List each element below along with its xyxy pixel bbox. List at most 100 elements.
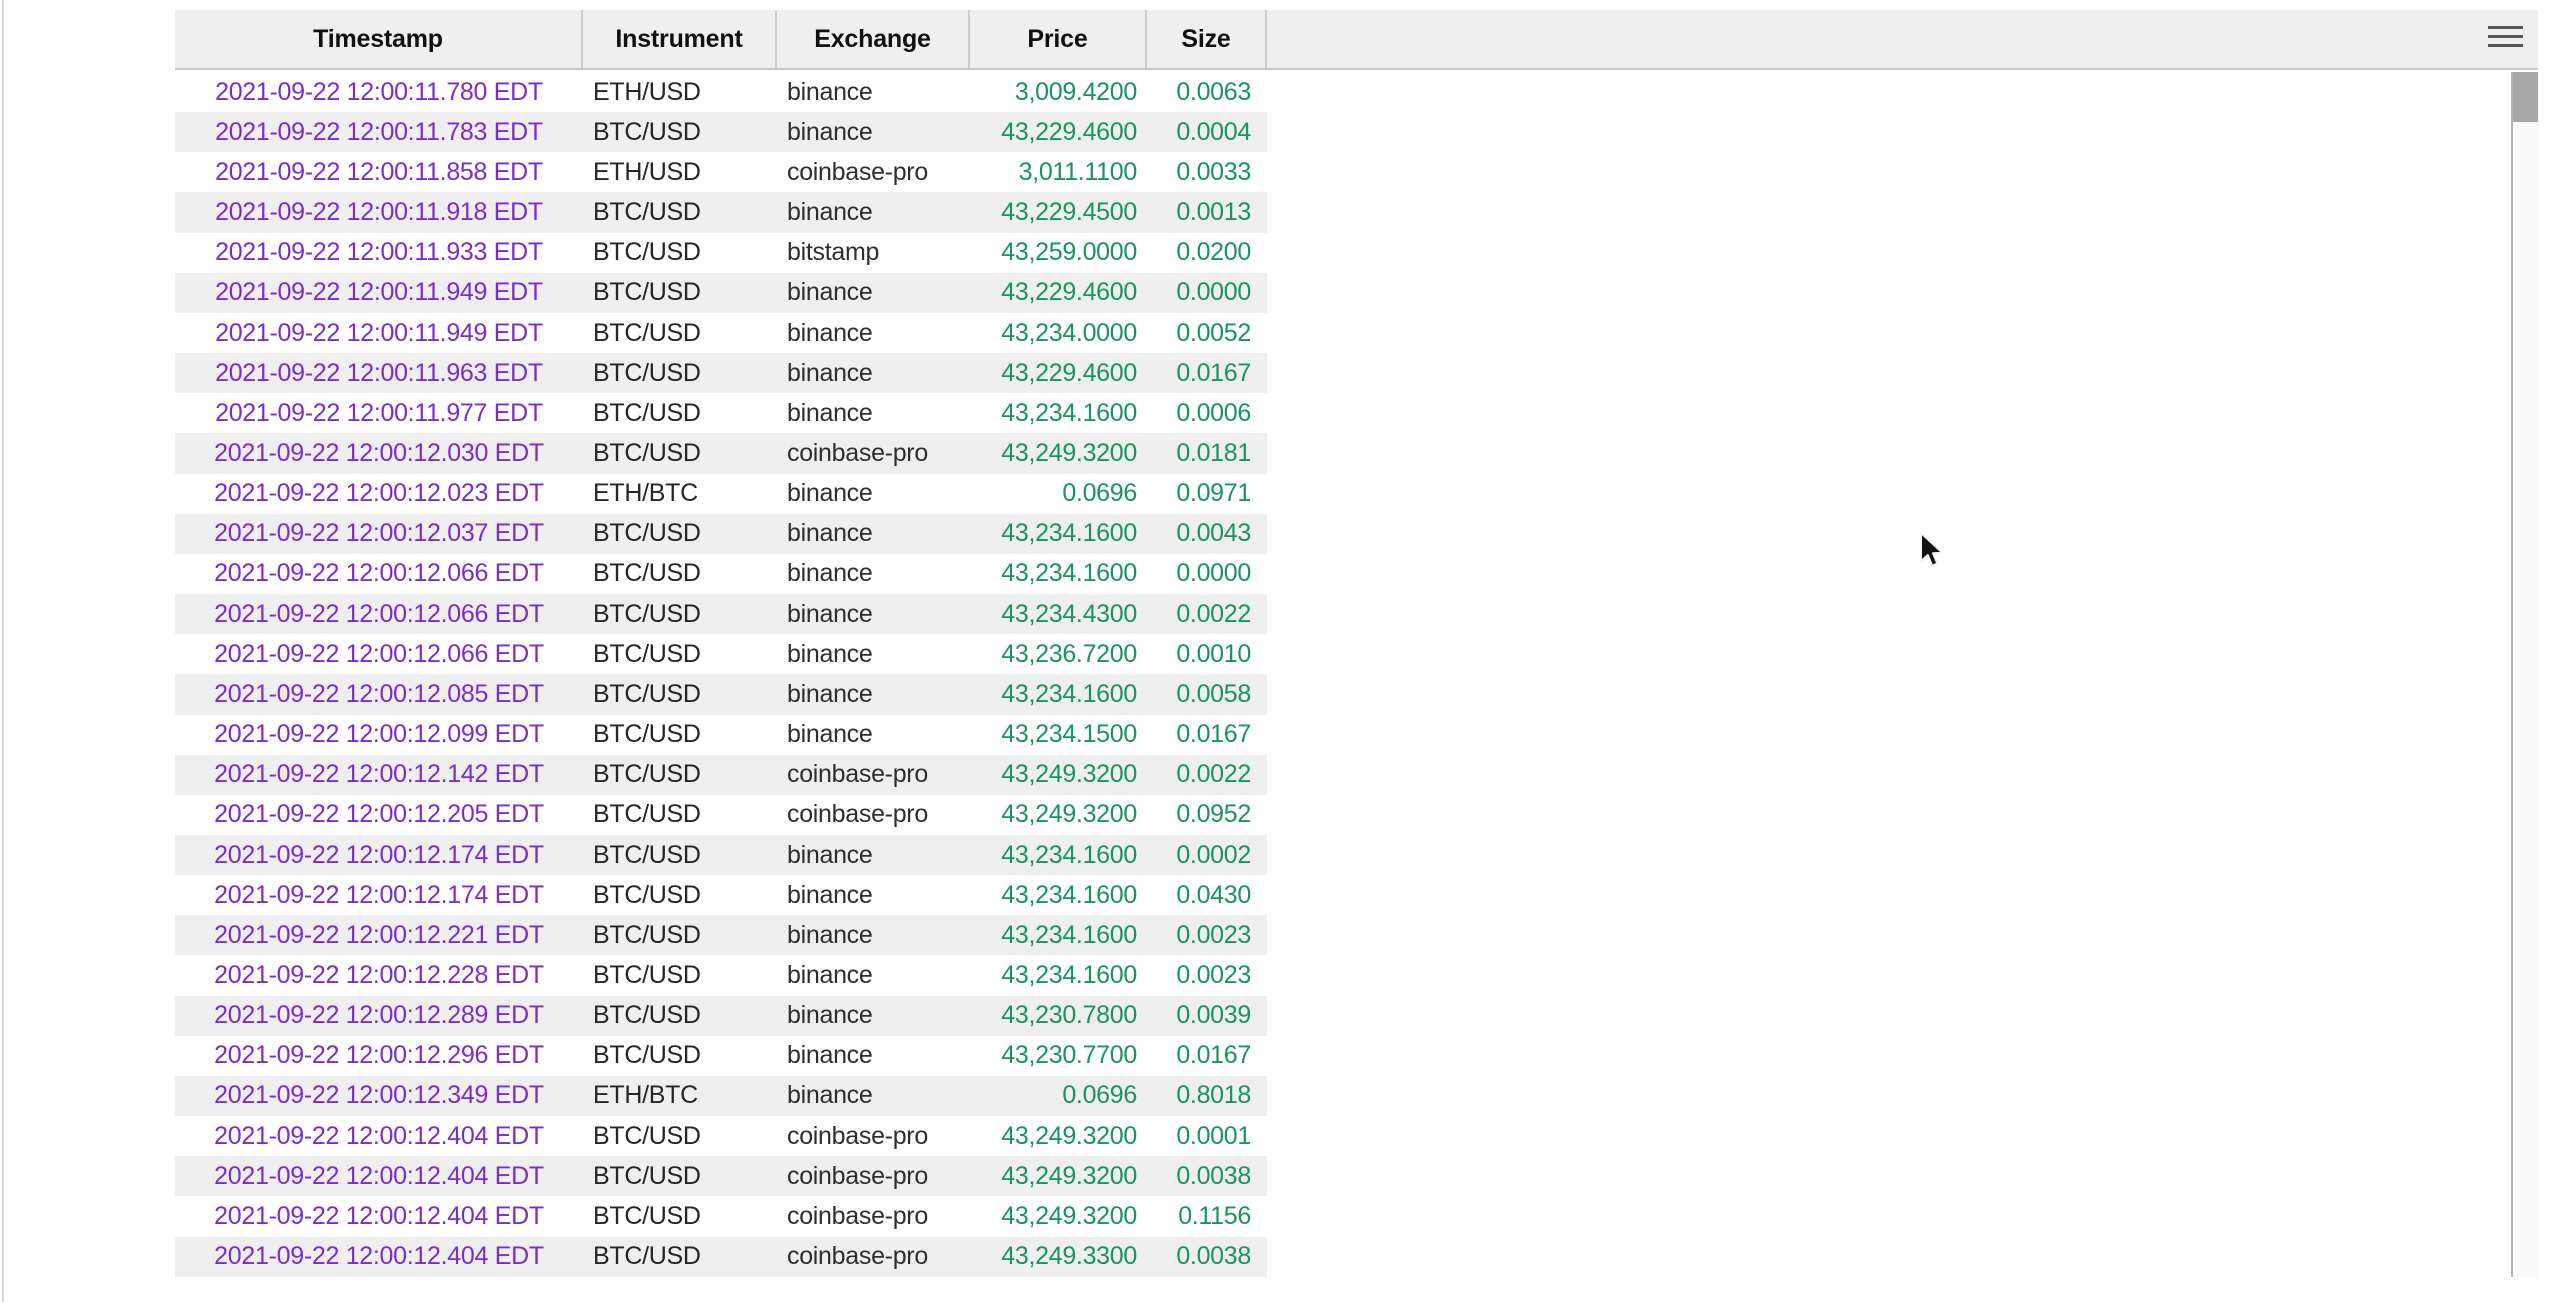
cell-size: 0.0002 xyxy=(1147,835,1267,875)
cell-size: 0.0038 xyxy=(1147,1156,1267,1196)
cell-size: 0.0971 xyxy=(1147,474,1267,514)
cell-price: 43,234.1500 xyxy=(970,715,1147,755)
cell-instrument: BTC/USD xyxy=(583,1156,777,1196)
table-row[interactable]: 2021-09-22 12:00:12.404 EDT BTC/USD coin… xyxy=(175,1116,1267,1156)
cell-exchange: binance xyxy=(777,273,970,313)
cell-instrument: BTC/USD xyxy=(583,233,777,273)
cell-exchange: binance xyxy=(777,996,970,1036)
cell-timestamp: 2021-09-22 12:00:12.066 EDT xyxy=(175,634,583,674)
table-row[interactable]: 2021-09-22 12:00:12.174 EDT BTC/USD bina… xyxy=(175,875,1267,915)
table-row[interactable]: 2021-09-22 12:00:11.780 EDT ETH/USD bina… xyxy=(175,72,1267,112)
vertical-scrollbar[interactable] xyxy=(2511,72,2538,1277)
cell-timestamp: 2021-09-22 12:00:12.023 EDT xyxy=(175,474,583,514)
cell-timestamp: 2021-09-22 12:00:12.404 EDT xyxy=(175,1116,583,1156)
cell-price: 43,230.7700 xyxy=(970,1036,1147,1076)
cell-size: 0.0022 xyxy=(1147,594,1267,634)
table-row[interactable]: 2021-09-22 12:00:12.030 EDT BTC/USD coin… xyxy=(175,433,1267,473)
cell-exchange: binance xyxy=(777,554,970,594)
table-row[interactable]: 2021-09-22 12:00:12.221 EDT BTC/USD bina… xyxy=(175,915,1267,955)
cell-instrument: BTC/USD xyxy=(583,514,777,554)
table-row[interactable]: 2021-09-22 12:00:12.066 EDT BTC/USD bina… xyxy=(175,554,1267,594)
cell-instrument: BTC/USD xyxy=(583,594,777,634)
table-row[interactable]: 2021-09-22 12:00:12.349 EDT ETH/BTC bina… xyxy=(175,1076,1267,1116)
cell-size: 0.0023 xyxy=(1147,955,1267,995)
cell-timestamp: 2021-09-22 12:00:12.142 EDT xyxy=(175,755,583,795)
table-row[interactable]: 2021-09-22 12:00:12.066 EDT BTC/USD bina… xyxy=(175,594,1267,634)
table-row[interactable]: 2021-09-22 12:00:12.296 EDT BTC/USD bina… xyxy=(175,1036,1267,1076)
cell-instrument: BTC/USD xyxy=(583,1237,777,1277)
table-row[interactable]: 2021-09-22 12:00:12.099 EDT BTC/USD bina… xyxy=(175,715,1267,755)
cell-exchange: binance xyxy=(777,594,970,634)
table-row[interactable]: 2021-09-22 12:00:12.174 EDT BTC/USD bina… xyxy=(175,835,1267,875)
cell-price: 43,234.0000 xyxy=(970,313,1147,353)
table-row[interactable]: 2021-09-22 12:00:11.949 EDT BTC/USD bina… xyxy=(175,313,1267,353)
hamburger-menu-icon[interactable] xyxy=(2488,26,2523,47)
cell-exchange: coinbase-pro xyxy=(777,1237,970,1277)
cell-price: 43,234.1600 xyxy=(970,514,1147,554)
table-row[interactable]: 2021-09-22 12:00:12.404 EDT BTC/USD coin… xyxy=(175,1196,1267,1236)
table-row[interactable]: 2021-09-22 12:00:11.977 EDT BTC/USD bina… xyxy=(175,393,1267,433)
cell-price: 43,230.7800 xyxy=(970,996,1147,1036)
cell-timestamp: 2021-09-22 12:00:11.933 EDT xyxy=(175,233,583,273)
cell-price: 43,249.3200 xyxy=(970,1196,1147,1236)
cell-price: 43,236.7200 xyxy=(970,634,1147,674)
cell-instrument: BTC/USD xyxy=(583,634,777,674)
cell-exchange: binance xyxy=(777,514,970,554)
cell-size: 0.0167 xyxy=(1147,1036,1267,1076)
cell-timestamp: 2021-09-22 12:00:12.404 EDT xyxy=(175,1196,583,1236)
cell-timestamp: 2021-09-22 12:00:12.205 EDT xyxy=(175,795,583,835)
mouse-cursor xyxy=(1920,532,1947,572)
table-row[interactable]: 2021-09-22 12:00:11.949 EDT BTC/USD bina… xyxy=(175,273,1267,313)
table-row[interactable]: 2021-09-22 12:00:11.963 EDT BTC/USD bina… xyxy=(175,353,1267,393)
column-header-timestamp[interactable]: Timestamp xyxy=(175,10,583,68)
cell-instrument: BTC/USD xyxy=(583,1196,777,1236)
table-row[interactable]: 2021-09-22 12:00:12.404 EDT BTC/USD coin… xyxy=(175,1156,1267,1196)
cell-price: 43,229.4600 xyxy=(970,273,1147,313)
column-header-instrument[interactable]: Instrument xyxy=(583,10,777,68)
cell-timestamp: 2021-09-22 12:00:11.949 EDT xyxy=(175,313,583,353)
cell-instrument: ETH/BTC xyxy=(583,474,777,514)
table-header: Timestamp Instrument Exchange Price Size xyxy=(175,10,2538,70)
table-row[interactable]: 2021-09-22 12:00:12.037 EDT BTC/USD bina… xyxy=(175,514,1267,554)
cell-exchange: binance xyxy=(777,1036,970,1076)
table-row[interactable]: 2021-09-22 12:00:12.205 EDT BTC/USD coin… xyxy=(175,795,1267,835)
cell-exchange: binance xyxy=(777,313,970,353)
cell-exchange: coinbase-pro xyxy=(777,152,970,192)
cell-exchange: binance xyxy=(777,1076,970,1116)
column-header-size[interactable]: Size xyxy=(1147,10,1267,68)
cell-exchange: coinbase-pro xyxy=(777,795,970,835)
cell-exchange: coinbase-pro xyxy=(777,1116,970,1156)
cell-size: 0.0038 xyxy=(1147,1237,1267,1277)
table-row[interactable]: 2021-09-22 12:00:12.228 EDT BTC/USD bina… xyxy=(175,955,1267,995)
cell-exchange: binance xyxy=(777,915,970,955)
cell-timestamp: 2021-09-22 12:00:12.221 EDT xyxy=(175,915,583,955)
table-row[interactable]: 2021-09-22 12:00:11.858 EDT ETH/USD coin… xyxy=(175,152,1267,192)
cell-price: 43,249.3200 xyxy=(970,755,1147,795)
cell-price: 43,229.4600 xyxy=(970,112,1147,152)
table-row[interactable]: 2021-09-22 12:00:12.085 EDT BTC/USD bina… xyxy=(175,674,1267,714)
cell-size: 0.0167 xyxy=(1147,715,1267,755)
column-header-price[interactable]: Price xyxy=(970,10,1147,68)
scrollbar-thumb[interactable] xyxy=(2513,72,2538,122)
window-left-border xyxy=(2,0,4,1302)
table-row[interactable]: 2021-09-22 12:00:12.066 EDT BTC/USD bina… xyxy=(175,634,1267,674)
table-row[interactable]: 2021-09-22 12:00:12.023 EDT ETH/BTC bina… xyxy=(175,474,1267,514)
column-header-exchange[interactable]: Exchange xyxy=(777,10,970,68)
cell-size: 0.0039 xyxy=(1147,996,1267,1036)
table-body: 2021-09-22 12:00:11.780 EDT ETH/USD bina… xyxy=(175,72,1267,1277)
cell-price: 43,249.3200 xyxy=(970,1116,1147,1156)
table-row[interactable]: 2021-09-22 12:00:11.918 EDT BTC/USD bina… xyxy=(175,192,1267,232)
table-row[interactable]: 2021-09-22 12:00:12.142 EDT BTC/USD coin… xyxy=(175,755,1267,795)
cell-exchange: binance xyxy=(777,474,970,514)
cell-price: 43,249.3200 xyxy=(970,1156,1147,1196)
table-row[interactable]: 2021-09-22 12:00:11.783 EDT BTC/USD bina… xyxy=(175,112,1267,152)
cell-price: 43,249.3200 xyxy=(970,795,1147,835)
cell-exchange: binance xyxy=(777,835,970,875)
cell-instrument: BTC/USD xyxy=(583,674,777,714)
cell-size: 0.0200 xyxy=(1147,233,1267,273)
hamburger-bar xyxy=(2488,35,2523,38)
cell-size: 0.0430 xyxy=(1147,875,1267,915)
table-row[interactable]: 2021-09-22 12:00:12.289 EDT BTC/USD bina… xyxy=(175,996,1267,1036)
table-row[interactable]: 2021-09-22 12:00:11.933 EDT BTC/USD bits… xyxy=(175,233,1267,273)
table-row[interactable]: 2021-09-22 12:00:12.404 EDT BTC/USD coin… xyxy=(175,1237,1267,1277)
